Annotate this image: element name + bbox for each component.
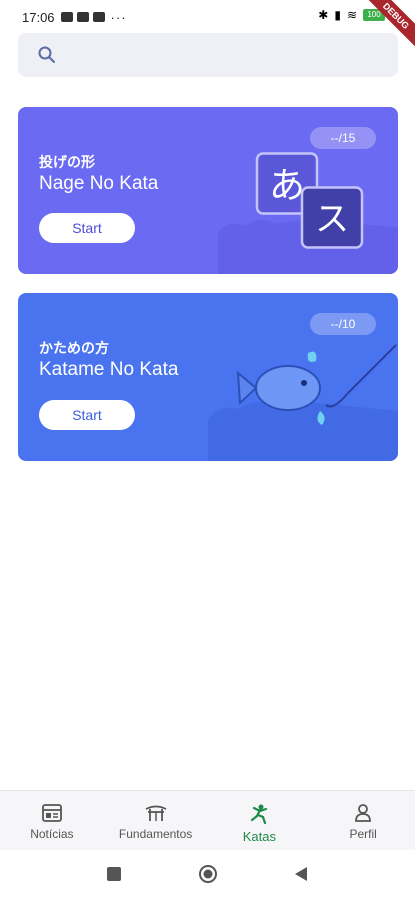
nav-item-noticias[interactable]: Notícias	[0, 791, 104, 850]
start-button[interactable]: Start	[39, 213, 135, 243]
recents-button-icon[interactable]	[106, 866, 122, 882]
card-title-japanese: かための方	[39, 340, 109, 356]
svg-text:ス: ス	[315, 200, 349, 240]
start-button[interactable]: Start	[39, 400, 135, 430]
search-bar[interactable]	[18, 33, 398, 77]
bottom-navigation: Notícias Fundamentos Katas Perfil	[0, 790, 415, 850]
notification-icon	[60, 12, 73, 22]
back-button-icon[interactable]	[293, 866, 309, 882]
card-title-japanese: 投げの形	[39, 154, 95, 170]
youtube-icon	[76, 12, 89, 22]
progress-badge: --/15	[310, 127, 376, 149]
progress-badge: --/10	[310, 313, 376, 335]
notification-icons	[60, 12, 105, 22]
bluetooth-icon: ✱	[318, 8, 329, 22]
nav-label: Katas	[242, 829, 276, 844]
temple-icon	[145, 805, 167, 821]
search-icon	[38, 46, 55, 63]
card-title: Katame No Kata	[39, 359, 179, 380]
nav-label: Perfil	[349, 827, 377, 841]
svg-text:あ: あ	[269, 166, 305, 207]
nav-item-perfil[interactable]: Perfil	[311, 791, 415, 850]
nav-item-katas[interactable]: Katas	[208, 791, 312, 850]
youtube-icon	[92, 12, 105, 22]
nav-label: Notícias	[30, 827, 74, 841]
kata-card-katame[interactable]: --/10 かための方 Katame No Kata Start	[18, 293, 398, 461]
newspaper-icon	[41, 804, 62, 822]
status-time: 17:06	[22, 9, 55, 25]
wifi-icon: ≋	[346, 8, 357, 22]
system-status-icons: ✱ ▮ ≋ 100	[318, 8, 385, 22]
kata-card-nage[interactable]: あ ス --/15 投げの形 Nage No Kata Start	[18, 107, 398, 274]
nav-item-fundamentos[interactable]: Fundamentos	[104, 791, 208, 850]
nav-label: Fundamentos	[118, 827, 193, 841]
more-notifications-icon: ···	[110, 9, 127, 25]
card-title: Nage No Kata	[39, 173, 159, 194]
signal-icon: ▮	[334, 8, 341, 22]
karate-icon	[251, 804, 268, 825]
system-navigation-bar	[0, 850, 415, 900]
home-button-icon[interactable]	[198, 864, 218, 884]
person-icon	[355, 804, 372, 822]
